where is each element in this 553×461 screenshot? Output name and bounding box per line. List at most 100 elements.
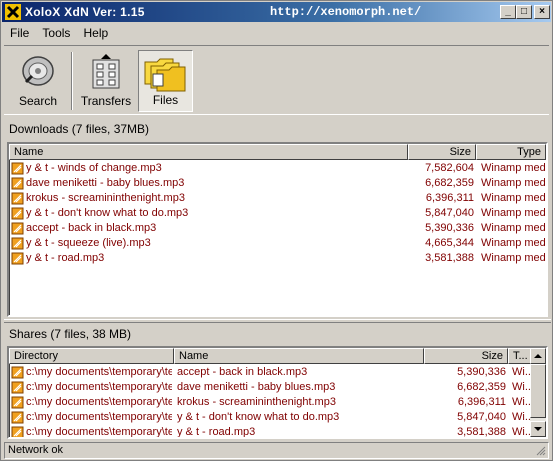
file-type: Winamp medi... xyxy=(481,237,546,249)
toolbar-separator xyxy=(71,52,73,110)
scroll-thumb[interactable] xyxy=(530,364,546,418)
resize-grip-icon[interactable] xyxy=(534,444,546,456)
table-row[interactable]: c:\my documents\temporary\te... y & t - r… xyxy=(9,425,546,438)
file-name: accept - back in black.mp3 xyxy=(26,222,157,234)
table-row[interactable]: c:\my documents\temporary\te... dave meni… xyxy=(9,380,546,395)
mp3-file-icon xyxy=(11,426,24,437)
file-size: 5,390,336 xyxy=(457,366,506,378)
column-type[interactable]: Type xyxy=(476,144,546,160)
search-button[interactable]: Search xyxy=(10,50,66,112)
files-label: Files xyxy=(152,93,179,107)
mp3-file-icon xyxy=(11,237,24,250)
transfers-button[interactable]: Transfers xyxy=(77,50,135,112)
shares-title: Shares (7 files, 38 MB) xyxy=(9,327,132,341)
shares-header: Directory Name Size T... xyxy=(9,348,546,364)
menu-help[interactable]: Help xyxy=(78,24,113,42)
app-window: XoloX XdN Ver: 1.15 http://xenomorph.net… xyxy=(0,0,553,461)
close-button[interactable]: × xyxy=(534,5,550,19)
mp3-file-icon xyxy=(11,177,24,190)
file-name: accept - back in black.mp3 xyxy=(177,366,308,378)
status-bar: Network ok xyxy=(4,442,549,459)
menu-file[interactable]: File xyxy=(5,24,34,42)
scroll-up-button[interactable] xyxy=(530,348,546,364)
toolbar: Search Transfers Files xyxy=(4,45,549,115)
file-type: Wi... xyxy=(512,396,530,408)
file-size: 6,682,359 xyxy=(457,381,506,393)
menu-tools[interactable]: Tools xyxy=(37,24,75,42)
table-row[interactable]: c:\my documents\temporary\te... krokus - … xyxy=(9,395,546,410)
table-row[interactable]: y & t - don't know what to do.mp3 5,847,0… xyxy=(9,206,546,221)
file-name: y & t - squeeze (live).mp3 xyxy=(26,237,151,249)
mp3-file-icon xyxy=(11,411,24,424)
files-folder-icon xyxy=(144,58,186,92)
directory-path: c:\my documents\temporary\te... xyxy=(26,381,172,393)
column-type[interactable]: T... xyxy=(508,348,531,364)
directory-path: c:\my documents\temporary\te... xyxy=(26,366,172,378)
file-name: y & t - road.mp3 xyxy=(177,426,256,438)
files-button[interactable]: Files xyxy=(138,50,193,112)
table-row[interactable]: accept - back in black.mp3 5,390,336 Winam… xyxy=(9,221,546,236)
file-size: 5,847,040 xyxy=(425,207,474,219)
mp3-file-icon xyxy=(11,207,24,220)
scroll-down-button[interactable] xyxy=(530,421,546,437)
minimize-button[interactable]: _ xyxy=(500,5,516,19)
window-title: XoloX XdN Ver: 1.15 xyxy=(25,5,145,19)
directory-path: c:\my documents\temporary\te... xyxy=(26,426,172,438)
pane-splitter[interactable] xyxy=(4,319,551,323)
file-type: Winamp medi... xyxy=(481,222,546,234)
directory-path: c:\my documents\temporary\te... xyxy=(26,396,172,408)
file-name: y & t - don't know what to do.mp3 xyxy=(177,411,340,423)
file-size: 6,396,311 xyxy=(457,396,506,408)
search-icon xyxy=(22,56,54,86)
transfers-label: Transfers xyxy=(80,94,132,108)
file-name: y & t - winds of change.mp3 xyxy=(26,162,162,174)
app-logo-icon xyxy=(5,4,21,20)
mp3-file-icon xyxy=(11,222,24,235)
file-type: Winamp medi... xyxy=(481,207,546,219)
maximize-button[interactable]: □ xyxy=(516,5,532,19)
window-url: http://xenomorph.net/ xyxy=(270,5,422,19)
file-type: Wi... xyxy=(512,426,530,438)
table-row[interactable]: y & t - squeeze (live).mp3 4,665,344 Winam… xyxy=(9,236,546,251)
downloads-title: Downloads (7 files, 37MB) xyxy=(9,122,150,136)
shares-list[interactable]: Directory Name Size T... c:\my documents… xyxy=(7,346,548,439)
file-size: 3,581,388 xyxy=(425,252,474,264)
table-row[interactable]: dave meniketti - baby blues.mp3 6,682,359… xyxy=(9,176,546,191)
mp3-file-icon xyxy=(11,252,24,265)
file-type: Winamp medi... xyxy=(481,252,546,264)
file-name: dave meniketti - baby blues.mp3 xyxy=(177,381,336,393)
downloads-header: Name Size Type xyxy=(9,144,546,160)
file-name: krokus - screamininthenight.mp3 xyxy=(26,192,185,204)
file-size: 6,682,359 xyxy=(425,177,474,189)
table-row[interactable]: c:\my documents\temporary\te... accept - … xyxy=(9,365,546,380)
mp3-file-icon xyxy=(11,192,24,205)
mp3-file-icon xyxy=(11,162,24,175)
arrow-down-icon xyxy=(534,427,542,431)
shares-scrollbar[interactable] xyxy=(530,348,546,437)
file-size: 5,847,040 xyxy=(457,411,506,423)
file-name: dave meniketti - baby blues.mp3 xyxy=(26,177,185,189)
table-row[interactable]: c:\my documents\temporary\te... y & t - d… xyxy=(9,410,546,425)
file-type: Winamp medi... xyxy=(481,177,546,189)
file-type: Wi... xyxy=(512,411,530,423)
column-name[interactable]: Name xyxy=(9,144,408,160)
column-name[interactable]: Name xyxy=(174,348,424,364)
column-size[interactable]: Size xyxy=(408,144,476,160)
file-size: 6,396,311 xyxy=(425,192,474,204)
menu-bar: File Tools Help xyxy=(5,24,113,42)
mp3-file-icon xyxy=(11,366,24,379)
file-type: Winamp medi... xyxy=(481,162,546,174)
column-size[interactable]: Size xyxy=(424,348,508,364)
file-name: y & t - road.mp3 xyxy=(26,252,105,264)
table-row[interactable]: krokus - screamininthenight.mp3 6,396,311… xyxy=(9,191,546,206)
search-label: Search xyxy=(18,94,58,108)
column-directory[interactable]: Directory xyxy=(9,348,174,364)
file-size: 5,390,336 xyxy=(425,222,474,234)
downloads-list[interactable]: Name Size Type y & t - winds of change.m… xyxy=(7,142,548,317)
mp3-file-icon xyxy=(11,381,24,394)
title-bar[interactable]: XoloX XdN Ver: 1.15 http://xenomorph.net… xyxy=(2,2,551,22)
table-row[interactable]: y & t - winds of change.mp3 7,582,604 Wina… xyxy=(9,161,546,176)
transfers-icon xyxy=(92,54,120,89)
file-type: Wi... xyxy=(512,381,530,393)
table-row[interactable]: y & t - road.mp3 3,581,388 Winamp medi... xyxy=(9,251,546,266)
